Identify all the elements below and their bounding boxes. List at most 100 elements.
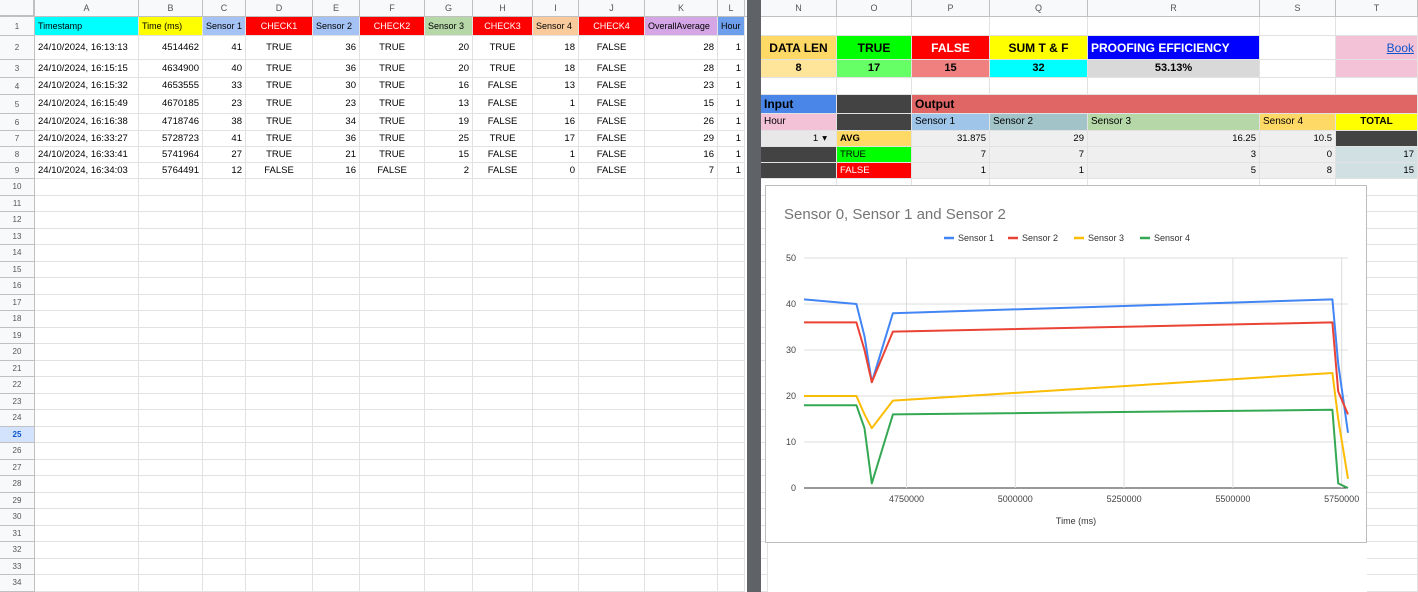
row-header-4[interactable]: 4	[0, 78, 35, 95]
empty-cell[interactable]	[533, 179, 579, 196]
empty-cell[interactable]	[425, 575, 473, 592]
data-cell[interactable]: FALSE	[579, 36, 645, 60]
empty-cell[interactable]	[203, 294, 246, 311]
empty-cell[interactable]	[473, 542, 533, 559]
empty-cell[interactable]	[246, 228, 313, 245]
empty-cell[interactable]	[313, 294, 360, 311]
empty-cell[interactable]	[473, 492, 533, 509]
empty-cell[interactable]	[203, 344, 246, 361]
empty-cell[interactable]	[473, 509, 533, 526]
empty-cell[interactable]	[313, 228, 360, 245]
empty-cell[interactable]	[203, 195, 246, 212]
data-len-label[interactable]: DATA LEN	[761, 36, 837, 60]
data-cell[interactable]: 1	[718, 163, 745, 179]
row-header-28[interactable]: 28	[0, 476, 35, 493]
empty-cell[interactable]	[246, 509, 313, 526]
empty-cell[interactable]	[1260, 78, 1336, 95]
column-header-E[interactable]: E	[313, 0, 360, 17]
empty-cell[interactable]	[1336, 78, 1418, 95]
row-header-26[interactable]: 26	[0, 443, 35, 460]
empty-cell[interactable]	[360, 476, 425, 493]
empty-cell[interactable]	[35, 558, 139, 575]
data-cell[interactable]: 24/10/2024, 16:33:41	[35, 147, 139, 163]
empty-cell[interactable]	[645, 195, 718, 212]
empty-cell[interactable]	[139, 195, 203, 212]
data-cell[interactable]: 13	[425, 95, 473, 114]
row-header-17[interactable]: 17	[0, 294, 35, 311]
empty-cell[interactable]	[718, 542, 745, 559]
header-check1[interactable]: CHECK1	[246, 17, 313, 36]
avg-value[interactable]: 16.25	[1088, 131, 1260, 147]
empty-cell[interactable]	[425, 509, 473, 526]
empty-cell[interactable]	[425, 492, 473, 509]
empty-cell[interactable]	[425, 443, 473, 460]
empty-cell[interactable]	[246, 245, 313, 262]
column-header-B[interactable]: B	[139, 0, 203, 17]
data-cell[interactable]: 36	[313, 131, 360, 147]
data-cell[interactable]: 1	[718, 131, 745, 147]
empty-cell[interactable]	[139, 558, 203, 575]
empty-cell[interactable]	[360, 575, 425, 592]
empty-cell[interactable]	[360, 393, 425, 410]
empty-cell[interactable]	[360, 492, 425, 509]
empty-cell[interactable]	[473, 228, 533, 245]
data-cell[interactable]: FALSE	[473, 78, 533, 95]
empty-cell[interactable]	[645, 542, 718, 559]
data-cell[interactable]: 19	[425, 114, 473, 131]
empty-cell[interactable]	[139, 509, 203, 526]
empty-cell[interactable]	[1367, 443, 1418, 460]
empty-cell[interactable]	[35, 294, 139, 311]
empty-cell[interactable]	[313, 179, 360, 196]
row-header-10[interactable]: 10	[0, 179, 35, 196]
empty-cell[interactable]	[360, 195, 425, 212]
header-sensor-1[interactable]: Sensor 1	[203, 17, 246, 36]
output-header-sensor-1[interactable]: Sensor 1	[912, 114, 990, 131]
empty-cell[interactable]	[425, 228, 473, 245]
header-sensor-3[interactable]: Sensor 3	[425, 17, 473, 36]
empty-cell[interactable]	[579, 245, 645, 262]
empty-cell[interactable]	[579, 509, 645, 526]
empty-cell[interactable]	[313, 426, 360, 443]
row-header-30[interactable]: 30	[0, 509, 35, 526]
row-header-25[interactable]: 25	[0, 426, 35, 443]
empty-cell[interactable]	[718, 278, 745, 295]
empty-cell[interactable]	[246, 360, 313, 377]
empty-cell[interactable]	[425, 311, 473, 328]
empty-cell[interactable]	[203, 228, 246, 245]
header-time-ms-[interactable]: Time (ms)	[139, 17, 203, 36]
empty-cell[interactable]	[246, 575, 313, 592]
empty-cell[interactable]	[645, 459, 718, 476]
empty-cell[interactable]	[1088, 78, 1260, 95]
empty-cell[interactable]	[1367, 410, 1418, 427]
empty-cell[interactable]	[425, 558, 473, 575]
empty-cell[interactable]	[579, 492, 645, 509]
empty-cell[interactable]	[645, 327, 718, 344]
empty-cell[interactable]	[533, 426, 579, 443]
empty-cell[interactable]	[1367, 575, 1418, 592]
empty-cell[interactable]	[1367, 311, 1418, 328]
empty-cell[interactable]	[203, 542, 246, 559]
empty-cell[interactable]	[1367, 476, 1418, 493]
empty-cell[interactable]	[246, 179, 313, 196]
row-header-14[interactable]: 14	[0, 245, 35, 262]
empty-cell[interactable]	[360, 311, 425, 328]
row-header-19[interactable]: 19	[0, 327, 35, 344]
empty-cell[interactable]	[718, 509, 745, 526]
empty-cell[interactable]	[203, 179, 246, 196]
empty-cell[interactable]	[761, 542, 768, 559]
empty-cell[interactable]	[360, 509, 425, 526]
row-header-5[interactable]: 5	[0, 95, 35, 114]
empty-cell[interactable]	[35, 575, 139, 592]
output-header-sensor-3[interactable]: Sensor 3	[1088, 114, 1260, 131]
column-header-L[interactable]: L	[718, 0, 745, 17]
empty-cell[interactable]	[473, 278, 533, 295]
empty-cell[interactable]	[1260, 60, 1336, 78]
false-count-value[interactable]: 15	[912, 60, 990, 78]
data-cell[interactable]: FALSE	[473, 95, 533, 114]
empty-cell[interactable]	[313, 558, 360, 575]
efficiency-label[interactable]: PROOFING EFFICIENCY	[1088, 36, 1260, 60]
empty-cell[interactable]	[1367, 245, 1418, 262]
column-header-F[interactable]: F	[360, 0, 425, 17]
empty-cell[interactable]	[473, 558, 533, 575]
empty-cell[interactable]	[533, 311, 579, 328]
